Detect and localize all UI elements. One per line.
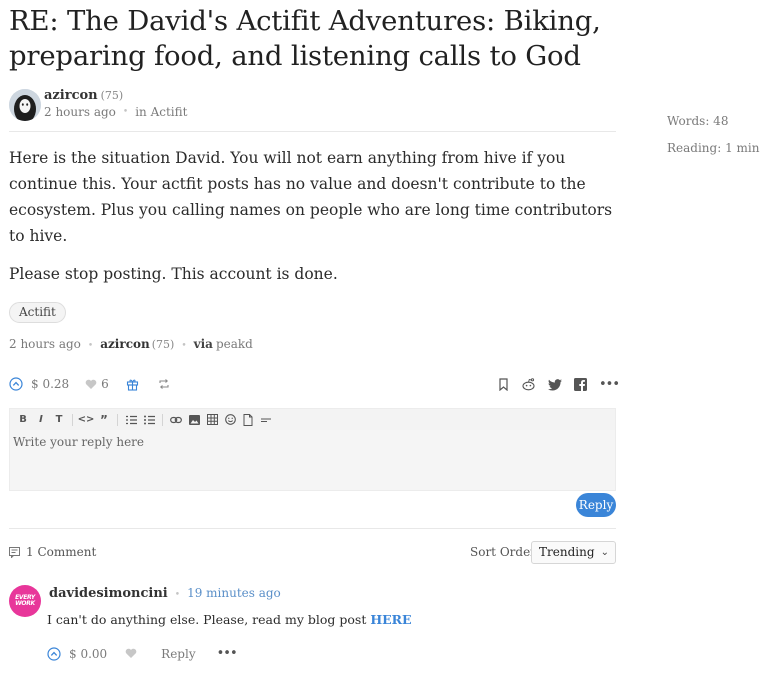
post-paragraph: Please stop posting. This account is don… [9, 265, 338, 283]
separator-dot: • [181, 341, 187, 351]
divider-icon[interactable] [257, 411, 275, 429]
chevron-down-icon: ⌄ [600, 547, 609, 558]
reply-textarea[interactable]: Write your reply here [9, 430, 616, 491]
comment-payout[interactable]: $ 0.00 [69, 647, 107, 661]
commenter-avatar[interactable]: EVERY WORK [9, 585, 41, 617]
word-count: Words: 48 [667, 114, 729, 128]
toolbar-divider [162, 413, 163, 426]
reblog-icon[interactable] [158, 378, 170, 390]
comment-text: I can't do anything else. Please, read m… [47, 612, 412, 627]
vote-count[interactable]: 6 [101, 377, 109, 391]
gift-icon[interactable] [126, 378, 139, 391]
tag-actifit[interactable]: Actifit [9, 302, 66, 323]
more-icon[interactable]: ••• [217, 646, 238, 661]
reading-time: Reading: 1 min [667, 141, 760, 155]
footer-author[interactable]: azircon [100, 337, 150, 351]
comment-reply-link[interactable]: Reply [161, 647, 195, 661]
facebook-icon[interactable] [574, 378, 587, 391]
bold-icon[interactable]: B [14, 411, 32, 429]
footer-time[interactable]: 2 hours ago [9, 337, 81, 351]
post-payout[interactable]: $ 0.28 [31, 377, 69, 391]
upvote-icon[interactable] [9, 377, 23, 391]
avatar-logo-text: EVERY WORK [15, 594, 35, 607]
post-time[interactable]: 2 hours ago [44, 105, 116, 119]
comment-icon [9, 546, 20, 558]
ordered-list-icon[interactable] [122, 411, 140, 429]
toolbar-divider [72, 413, 73, 426]
heart-icon[interactable] [85, 379, 97, 390]
file-icon[interactable] [239, 411, 257, 429]
separator-dot: • [87, 341, 94, 351]
comment-link[interactable]: HERE [370, 612, 411, 627]
comment-body: I can't do anything else. Please, read m… [47, 612, 371, 627]
separator-dot: • [122, 107, 129, 117]
via-label: via [193, 337, 213, 351]
editor-toolbar: B I T <> ” [9, 408, 616, 430]
bookmark-icon[interactable] [498, 378, 509, 391]
code-icon[interactable]: <> [77, 411, 95, 429]
sort-value: Trending [539, 545, 595, 559]
table-icon[interactable] [203, 411, 221, 429]
commenter-name[interactable]: davidesimoncini [49, 586, 168, 601]
quote-icon[interactable]: ” [95, 411, 113, 429]
sort-select[interactable]: Trending ⌄ [531, 541, 616, 564]
post-title: RE: The David's Actifit Adventures: Biki… [9, 5, 601, 72]
upvote-icon[interactable] [47, 646, 61, 661]
author-avatar[interactable] [9, 89, 41, 121]
bullet-list-icon[interactable] [140, 411, 158, 429]
separator-dot: • [174, 590, 181, 600]
post-community[interactable]: in Actifit [135, 105, 187, 119]
comment-time[interactable]: 19 minutes ago [187, 586, 281, 600]
image-icon[interactable] [185, 411, 203, 429]
header-divider [9, 131, 616, 132]
author-reputation: (75) [100, 89, 124, 102]
comments-divider [9, 528, 616, 529]
post-body: Here is the situation David. You will no… [9, 145, 621, 299]
toolbar-divider [117, 413, 118, 426]
post-paragraph: Here is the situation David. You will no… [9, 149, 613, 245]
heading-icon[interactable]: T [50, 411, 68, 429]
sort-label: Sort Order [470, 545, 536, 559]
link-icon[interactable] [167, 411, 185, 429]
twitter-icon[interactable] [548, 378, 562, 391]
via-app[interactable]: peakd [216, 337, 253, 351]
reddit-icon[interactable] [521, 378, 536, 391]
heart-icon[interactable] [125, 648, 137, 659]
author-name[interactable]: azircon [44, 88, 98, 103]
reply-placeholder: Write your reply here [13, 435, 145, 449]
italic-icon[interactable]: I [32, 411, 50, 429]
emoji-icon[interactable] [221, 411, 239, 429]
footer-reputation: (75) [151, 338, 175, 351]
comment-count: 1 Comment [26, 545, 97, 559]
more-icon[interactable]: ••• [599, 377, 620, 392]
reply-button[interactable]: Reply [576, 493, 616, 517]
